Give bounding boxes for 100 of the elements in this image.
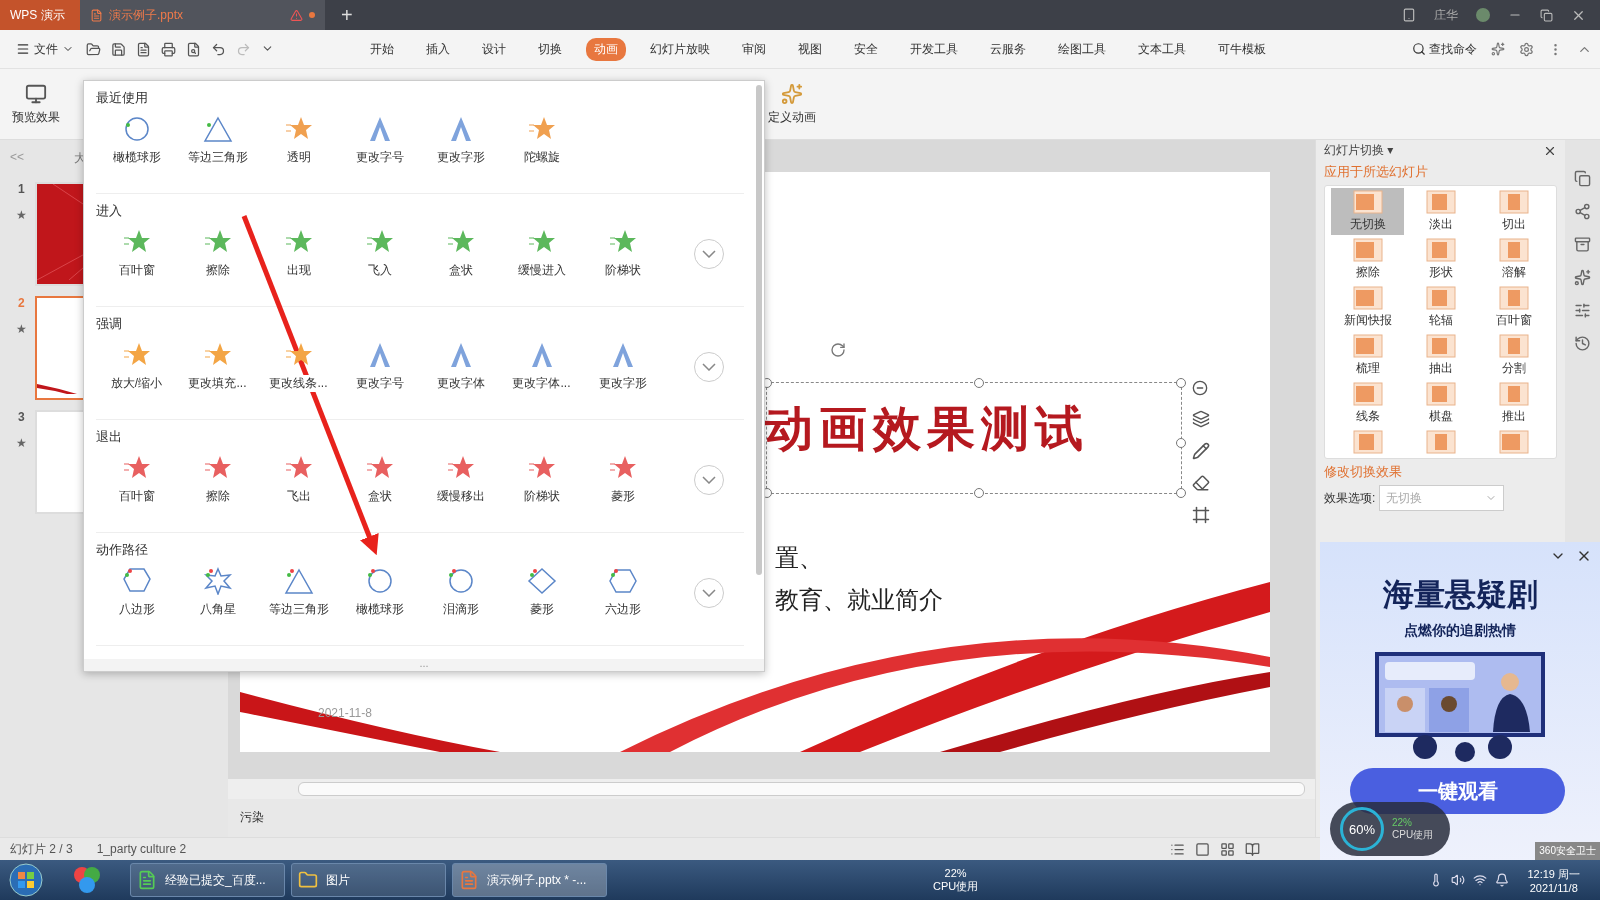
ribbon-tab[interactable]: 云服务 [982, 37, 1034, 61]
animation-option[interactable]: 放大/缩小 [96, 339, 177, 394]
watch-button[interactable]: 一键观看 [1350, 768, 1565, 814]
transition-option[interactable]: 抽出 [1404, 332, 1477, 379]
reading-view-icon[interactable] [1245, 841, 1260, 857]
transition-option[interactable]: 无切换 [1331, 188, 1404, 235]
animation-option[interactable]: 更改字号 [339, 339, 420, 394]
transition-option[interactable]: 切出 [1477, 188, 1550, 235]
ribbon-tab[interactable]: 文本工具 [1130, 37, 1194, 61]
animation-option[interactable]: 飞出 [258, 452, 339, 507]
pencil-icon[interactable] [1192, 442, 1210, 460]
ribbon-tab[interactable]: 安全 [846, 37, 886, 61]
scrollbar[interactable] [756, 85, 762, 575]
animation-option[interactable]: 阶梯状 [501, 452, 582, 507]
transition-option[interactable]: 形状 [1404, 236, 1477, 283]
animation-option[interactable]: 八边形 [96, 565, 177, 620]
animation-option[interactable]: 橄榄球形 [96, 113, 177, 168]
pdf-icon[interactable] [136, 41, 151, 57]
animation-option[interactable]: 百叶窗 [96, 452, 177, 507]
ribbon-tab[interactable]: 幻灯片放映 [642, 37, 718, 61]
animation-option[interactable]: 菱形 [501, 565, 582, 620]
animation-option[interactable]: 更改字形 [582, 339, 663, 394]
preview-effect-button[interactable]: 预览效果 [8, 78, 64, 130]
start-button[interactable] [8, 862, 44, 898]
file-menu[interactable]: 文件 [12, 40, 78, 58]
network-icon[interactable] [1473, 873, 1488, 887]
animation-option[interactable]: 擦除 [177, 226, 258, 281]
transition-option[interactable]: 溶解 [1477, 236, 1550, 283]
tablet-icon[interactable] [1402, 8, 1416, 22]
animation-option[interactable]: 更改线条... [258, 339, 339, 394]
ribbon-tab[interactable]: 开始 [362, 37, 402, 61]
animation-option[interactable]: 泪滴形 [420, 565, 501, 620]
bell-icon[interactable] [1495, 873, 1510, 887]
animation-option[interactable]: 更改字体... [501, 339, 582, 394]
animation-option[interactable]: 缓慢移出 [420, 452, 501, 507]
rotate-handle-icon[interactable] [830, 342, 846, 358]
custom-animation-button[interactable]: 定义动画 [764, 78, 820, 130]
eraser-icon[interactable] [1192, 474, 1210, 492]
animation-option[interactable]: 八角星 [177, 565, 258, 620]
ribbon-tab[interactable]: 可牛模板 [1210, 37, 1274, 61]
preview-icon[interactable] [186, 41, 201, 57]
animation-option[interactable]: 飞入 [339, 226, 420, 281]
ribbon-tab[interactable]: 切换 [530, 37, 570, 61]
ribbon-tab[interactable]: 开发工具 [902, 37, 966, 61]
pane-title[interactable]: 幻灯片切换 ▾ [1324, 142, 1394, 159]
horizontal-scrollbar[interactable] [298, 782, 1305, 796]
frame-icon[interactable] [1192, 506, 1210, 524]
ribbon-tab[interactable]: 插入 [418, 37, 458, 61]
animation-option[interactable]: 更改字形 [420, 113, 501, 168]
ribbon-tab[interactable]: 视图 [790, 37, 830, 61]
new-tab-button[interactable]: + [325, 0, 369, 30]
taskbar-app[interactable]: 经验已提交_百度... [130, 863, 285, 897]
open-icon[interactable] [86, 41, 101, 57]
transition-option[interactable]: 分割 [1477, 332, 1550, 379]
taskbar-app[interactable]: 演示例子.pptx * -... [452, 863, 607, 897]
transition-option[interactable]: 梳理 [1331, 332, 1404, 379]
transition-option[interactable]: 新闻快报 [1331, 284, 1404, 331]
transition-option[interactable]: 百叶窗 [1477, 284, 1550, 331]
animation-option[interactable]: 等边三角形 [258, 565, 339, 620]
clock[interactable]: 12:19 周一 2021/11/8 [1515, 866, 1592, 894]
search-command[interactable]: 查找命令 [1406, 39, 1483, 59]
animation-option[interactable]: 陀螺旋 [501, 113, 582, 168]
transition-option[interactable]: 擦除 [1331, 236, 1404, 283]
archive-icon[interactable] [1574, 236, 1591, 253]
undo-icon[interactable] [211, 41, 226, 57]
document-tab[interactable]: WPS 演示 [0, 0, 80, 30]
notes-toggle-icon[interactable] [1170, 841, 1185, 857]
animation-option[interactable]: 透明 [258, 113, 339, 168]
animation-option[interactable]: 更改填充... [177, 339, 258, 394]
sliders-icon[interactable] [1574, 302, 1591, 319]
ribbon-tab[interactable]: 审阅 [734, 37, 774, 61]
animation-icon[interactable] [1574, 269, 1591, 286]
transition-icon[interactable] [1574, 170, 1591, 187]
history-icon[interactable] [1574, 335, 1591, 352]
animation-option[interactable]: 菱形 [582, 452, 663, 507]
taskbar-app[interactable]: 图片 [291, 863, 446, 897]
ribbon-tab[interactable]: 设计 [474, 37, 514, 61]
layers-icon[interactable] [1192, 410, 1210, 428]
animation-option[interactable]: 盒状 [339, 452, 420, 507]
animation-option[interactable]: 更改字号 [339, 113, 420, 168]
animation-option[interactable]: 出现 [258, 226, 339, 281]
animation-option[interactable]: 擦除 [177, 452, 258, 507]
transition-option[interactable]: 线条 [1331, 380, 1404, 427]
normal-view-icon[interactable] [1195, 841, 1210, 857]
restore-icon[interactable] [1540, 8, 1553, 22]
volume-icon[interactable] [1451, 873, 1466, 887]
animation-option[interactable]: 百叶窗 [96, 226, 177, 281]
save-icon[interactable] [111, 41, 126, 57]
animation-option[interactable]: 缓慢进入 [501, 226, 582, 281]
animation-option[interactable]: 等边三角形 [177, 113, 258, 168]
minus-icon[interactable] [1192, 380, 1208, 396]
transition-option[interactable]: 棋盘 [1404, 380, 1477, 427]
transition-option[interactable]: 推出 [1477, 380, 1550, 427]
print-icon[interactable] [161, 41, 176, 57]
share-icon[interactable] [1574, 203, 1591, 220]
animation-option[interactable]: 更改字体 [420, 339, 501, 394]
transition-option[interactable]: 轮辐 [1404, 284, 1477, 331]
animation-option[interactable]: 橄榄球形 [339, 565, 420, 620]
ribbon-tab[interactable]: 绘图工具 [1050, 37, 1114, 61]
sorter-view-icon[interactable] [1220, 841, 1235, 857]
